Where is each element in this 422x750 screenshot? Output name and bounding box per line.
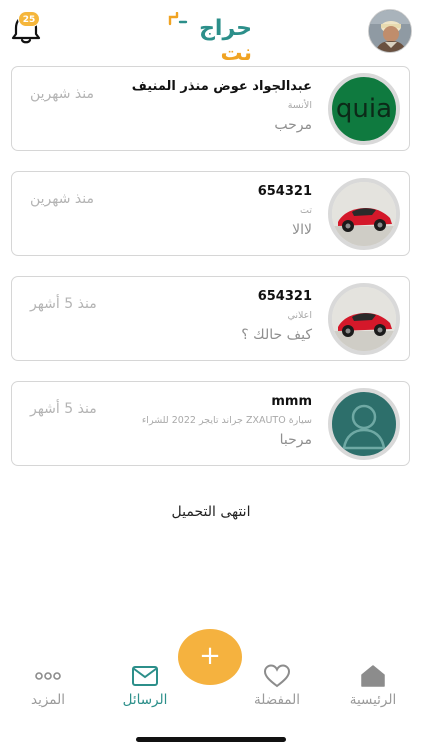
conversation-thumbnail bbox=[328, 283, 400, 355]
conversation-thumbnail bbox=[328, 388, 400, 460]
conversation-time: منذ 5 أشهر bbox=[30, 401, 97, 417]
notifications-button[interactable]: 25 bbox=[8, 11, 44, 45]
nav-messages-label: الرسائل bbox=[122, 692, 168, 708]
app-header: 25 حراج نت bbox=[0, 0, 422, 66]
nav-favorites-label: المفضلة bbox=[254, 692, 300, 708]
envelope-icon bbox=[132, 666, 158, 686]
conversation-thumbnail bbox=[328, 178, 400, 250]
conversation-name: 654321 bbox=[257, 184, 312, 199]
app-logo: حراج نت bbox=[164, 10, 256, 66]
more-dots-icon bbox=[35, 672, 61, 680]
nav-favorites[interactable]: المفضلة bbox=[232, 664, 322, 708]
conversation-last-message: مرحبا bbox=[279, 432, 312, 448]
home-icon bbox=[361, 665, 385, 687]
conversation-last-message: لاالا bbox=[292, 222, 312, 238]
conversation-item[interactable]: 654321 تت لاالا منذ شهرين bbox=[11, 171, 410, 256]
logo-text: حراج نت bbox=[164, 16, 253, 66]
nav-messages[interactable]: الرسائل bbox=[100, 664, 190, 708]
home-indicator[interactable] bbox=[136, 737, 286, 742]
user-avatar[interactable] bbox=[368, 9, 412, 53]
conversation-last-message: مرحب bbox=[274, 117, 312, 133]
end-of-list-text: انتهى التحميل bbox=[171, 504, 251, 520]
conversation-time: منذ 5 أشهر bbox=[30, 296, 97, 312]
conversation-subtitle: اعلاني bbox=[287, 310, 312, 321]
conversation-name: mmm bbox=[271, 394, 312, 409]
nav-more[interactable]: المزيد bbox=[3, 664, 93, 708]
nav-home[interactable]: الرئيسية bbox=[328, 664, 418, 708]
conversation-subtitle: سيارة ZXAUTO جراند تايجر 2022 للشراء bbox=[141, 415, 312, 426]
nav-home-label: الرئيسية bbox=[349, 692, 397, 708]
conversation-last-message: كيف حالك ؟ bbox=[241, 327, 312, 343]
car-image bbox=[332, 287, 396, 351]
conversation-item[interactable]: mmm سيارة ZXAUTO جراند تايجر 2022 للشراء… bbox=[11, 381, 410, 466]
conversation-name: 654321 bbox=[257, 289, 312, 304]
thumbnail-text: quia bbox=[335, 94, 393, 124]
conversation-time: منذ شهرين bbox=[30, 191, 94, 207]
conversation-subtitle: الأنسة bbox=[287, 100, 312, 111]
conversation-thumbnail: quia bbox=[328, 73, 400, 145]
notification-badge: 25 bbox=[18, 11, 40, 27]
conversation-item[interactable]: 654321 اعلاني كيف حالك ؟ منذ 5 أشهر bbox=[11, 276, 410, 361]
heart-icon bbox=[263, 664, 291, 688]
logo-accent: نت bbox=[220, 41, 253, 66]
conversation-name: عبدالجواد عوض منذر المنيف bbox=[131, 79, 312, 94]
logo-main: حراج bbox=[199, 16, 253, 41]
nav-more-label: المزيد bbox=[31, 692, 65, 708]
conversation-subtitle: تت bbox=[300, 205, 312, 216]
car-image bbox=[332, 182, 396, 246]
avatar-image bbox=[369, 10, 411, 52]
conversation-time: منذ شهرين bbox=[30, 86, 94, 102]
default-user-icon bbox=[342, 404, 386, 450]
conversation-item[interactable]: quia عبدالجواد عوض منذر المنيف الأنسة مر… bbox=[11, 66, 410, 151]
